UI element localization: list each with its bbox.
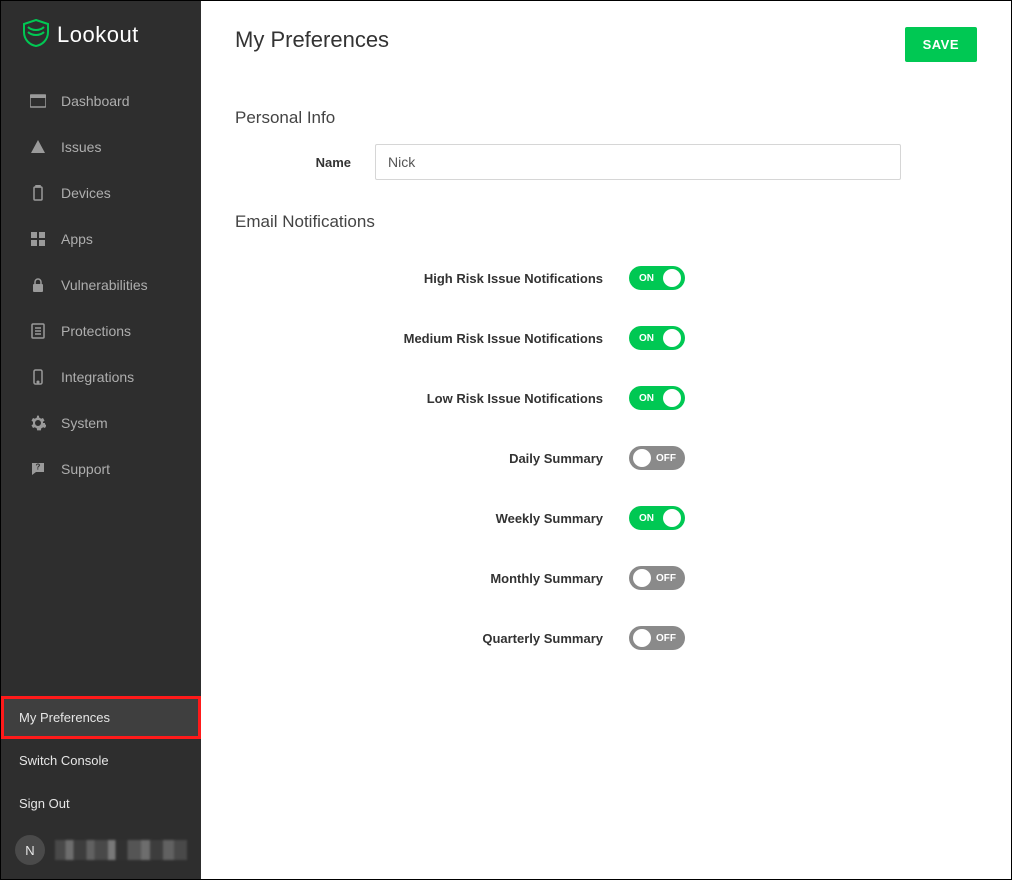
toggle-state-label: ON [639,273,654,284]
toggle-daily-summary[interactable]: OFF [629,446,685,470]
toggle-state-label: OFF [656,633,676,644]
toggle-label: Monthly Summary [235,571,629,586]
sidebar: Lookout Dashboard Issues Devices Apps [1,1,201,879]
section-personal-info-title: Personal Info [235,108,977,128]
section-email-notifications-title: Email Notifications [235,212,977,232]
sidebar-nav: Dashboard Issues Devices Apps Vulnerabil… [1,78,201,492]
toggle-label: Medium Risk Issue Notifications [235,331,629,346]
list-icon [29,322,47,340]
header: My Preferences SAVE [235,27,977,62]
toggle-state-label: ON [639,393,654,404]
toggle-row-medium-risk: Medium Risk Issue Notifications ON [235,308,977,368]
bottom-item-label: Sign Out [19,796,70,811]
sidebar-item-devices[interactable]: Devices [1,170,201,216]
toggle-knob [663,269,681,287]
toggle-medium-risk[interactable]: ON [629,326,685,350]
toggle-row-high-risk: High Risk Issue Notifications ON [235,248,977,308]
user-name-redacted [55,840,187,860]
toggle-low-risk[interactable]: ON [629,386,685,410]
brand: Lookout [1,1,201,78]
warning-icon [29,138,47,156]
dashboard-icon [29,92,47,110]
toggle-monthly-summary[interactable]: OFF [629,566,685,590]
name-label: Name [235,155,375,170]
help-icon: ? [29,460,47,478]
toggle-knob [633,449,651,467]
toggle-label: Weekly Summary [235,511,629,526]
toggle-knob [663,509,681,527]
lock-icon [29,276,47,294]
sidebar-item-dashboard[interactable]: Dashboard [1,78,201,124]
sidebar-bottom: My Preferences Switch Console Sign Out N [1,696,201,879]
sidebar-item-protections[interactable]: Protections [1,308,201,354]
save-button[interactable]: SAVE [905,27,977,62]
sidebar-item-system[interactable]: System [1,400,201,446]
toggle-knob [663,329,681,347]
toggle-high-risk[interactable]: ON [629,266,685,290]
toggle-row-quarterly-summary: Quarterly Summary OFF [235,608,977,668]
toggle-row-low-risk: Low Risk Issue Notifications ON [235,368,977,428]
sidebar-item-label: System [61,415,108,431]
toggle-label: Low Risk Issue Notifications [235,391,629,406]
apps-icon [29,230,47,248]
toggle-weekly-summary[interactable]: ON [629,506,685,530]
toggle-row-daily-summary: Daily Summary OFF [235,428,977,488]
toggle-list: High Risk Issue Notifications ON Medium … [235,248,977,668]
sidebar-item-label: Support [61,461,110,477]
sidebar-item-label: Devices [61,185,111,201]
toggle-row-monthly-summary: Monthly Summary OFF [235,548,977,608]
toggle-state-label: OFF [656,573,676,584]
phone-icon [29,368,47,386]
toggle-state-label: ON [639,333,654,344]
sidebar-item-label: Vulnerabilities [61,277,148,293]
toggle-state-label: ON [639,513,654,524]
sidebar-bottom-sign-out[interactable]: Sign Out [1,782,201,825]
sidebar-item-label: Issues [61,139,101,155]
sidebar-item-apps[interactable]: Apps [1,216,201,262]
sidebar-item-issues[interactable]: Issues [1,124,201,170]
name-input[interactable] [375,144,901,180]
main: My Preferences SAVE Personal Info Name E… [201,1,1011,879]
toggle-label: High Risk Issue Notifications [235,271,629,286]
sidebar-item-vulnerabilities[interactable]: Vulnerabilities [1,262,201,308]
sidebar-item-integrations[interactable]: Integrations [1,354,201,400]
sidebar-item-label: Apps [61,231,93,247]
sidebar-item-support[interactable]: ? Support [1,446,201,492]
sidebar-bottom-my-preferences[interactable]: My Preferences [1,696,201,739]
sidebar-item-label: Integrations [61,369,134,385]
bottom-item-label: My Preferences [19,710,110,725]
page-title: My Preferences [235,27,389,53]
toggle-state-label: OFF [656,453,676,464]
brand-name: Lookout [57,22,139,48]
toggle-row-weekly-summary: Weekly Summary ON [235,488,977,548]
toggle-knob [633,629,651,647]
battery-icon [29,184,47,202]
shield-icon [23,19,57,50]
sidebar-item-label: Dashboard [61,93,130,109]
name-field-row: Name [235,144,977,180]
avatar: N [15,835,45,865]
toggle-knob [633,569,651,587]
toggle-label: Quarterly Summary [235,631,629,646]
gear-icon [29,414,47,432]
sidebar-item-label: Protections [61,323,131,339]
toggle-label: Daily Summary [235,451,629,466]
bottom-item-label: Switch Console [19,753,109,768]
toggle-quarterly-summary[interactable]: OFF [629,626,685,650]
svg-text:?: ? [36,463,41,472]
sidebar-bottom-switch-console[interactable]: Switch Console [1,739,201,782]
user-row[interactable]: N [1,825,201,879]
toggle-knob [663,389,681,407]
